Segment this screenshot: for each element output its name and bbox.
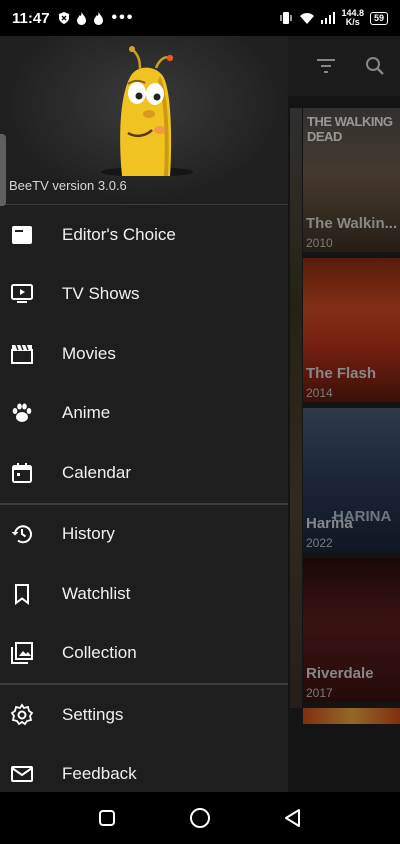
shield-icon [58,12,69,24]
menu-item-label: Editor's Choice [62,224,176,244]
network-speed: 144.8 K/s [341,8,364,27]
menu-item-label: Collection [62,643,137,663]
editors-choice-icon [12,225,32,244]
menu-item-settings[interactable]: Settings [0,685,288,745]
menu-item-label: Movies [62,343,116,363]
menu-item-watchlist[interactable]: Watchlist [0,564,288,624]
menu-item-collection[interactable]: Collection [0,624,288,684]
mail-icon [11,766,33,783]
menu-item-label: Settings [62,704,124,724]
recents-icon[interactable] [95,806,119,830]
menu-item-calendar[interactable]: Calendar [0,443,288,503]
more-notifications: ••• [111,9,135,26]
calendar-icon [12,462,32,483]
menu-item-tv-shows[interactable]: TV Shows [0,265,288,325]
wifi-icon [300,12,315,24]
battery-indicator: 59 [369,11,388,25]
menu-item-feedback[interactable]: Feedback [0,745,288,793]
menu-item-label: TV Shows [62,284,140,304]
notification-icons [58,11,104,25]
menu-item-editors-choice[interactable]: Editor's Choice [0,205,288,265]
paw-icon [12,403,32,423]
signal-icon [321,12,336,24]
menu-item-label: Feedback [62,764,137,784]
menu-item-anime[interactable]: Anime [0,384,288,444]
home-icon[interactable] [188,806,212,830]
collection-icon [11,642,33,665]
history-icon [11,525,32,544]
menu-item-movies[interactable]: Movies [0,324,288,384]
back-icon[interactable] [281,806,305,830]
status-bar: 11:47 ••• 144.8 K/s 59 [0,0,400,36]
menu-item-label: Calendar [62,462,131,482]
movie-clapper-icon [11,344,33,364]
tv-icon [11,284,33,304]
flame-icon [93,11,103,25]
flame-icon [76,11,86,25]
system-nav-bar [0,792,400,844]
menu-item-label: Anime [62,403,111,423]
app-version: BeeTV version 3.0.6 [9,178,127,193]
menu-item-label: History [62,524,115,544]
drawer-edge-handle[interactable] [0,134,6,206]
navigation-drawer: BeeTV version 3.0.6 Editor's Choice TV S… [0,36,288,792]
larva-mascot-logo [101,46,193,176]
menu-item-history[interactable]: History [0,505,288,565]
gear-icon [10,703,34,725]
vibrate-icon [280,12,293,24]
bookmark-icon [15,583,29,605]
menu-item-label: Watchlist [62,583,131,603]
drawer-header: BeeTV version 3.0.6 [0,36,288,205]
clock: 11:47 [12,9,50,27]
